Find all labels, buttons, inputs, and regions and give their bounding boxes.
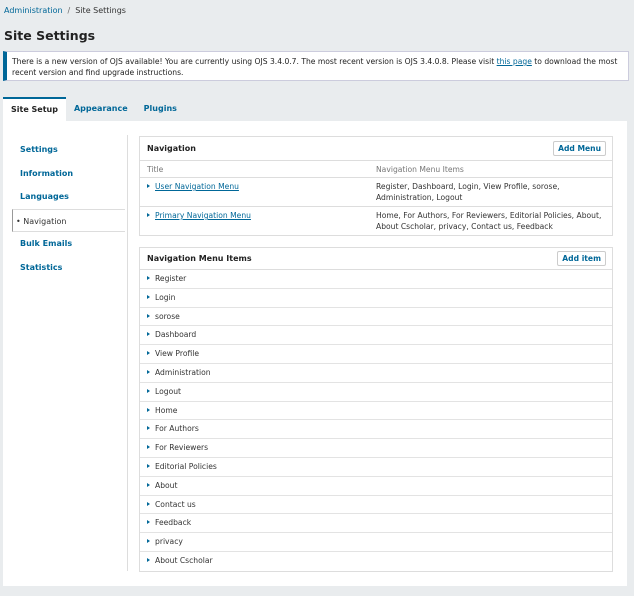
tab-site-setup[interactable]: Site Setup [3,97,66,121]
list-item-label: Home [155,405,178,415]
navigation-card-header: Navigation Add Menu [140,137,612,161]
side-navigation: Settings Information Languages Navigatio… [12,138,125,280]
list-item[interactable]: About [140,477,612,496]
menu-items-card-title: Navigation Menu Items [147,254,252,263]
breadcrumb-administration-link[interactable]: Administration [4,6,63,15]
list-item-label: View Profile [155,349,200,359]
triangle-right-icon[interactable] [147,407,150,412]
list-item-label: Login [155,292,176,302]
notice-text-before: There is a new version of OJS available!… [12,57,497,66]
list-item[interactable]: Contact us [140,496,612,515]
menu-title-cell: Primary Navigation Menu [140,210,376,232]
list-item[interactable]: For Authors [140,420,612,440]
list-item[interactable]: Register [140,270,612,289]
user-navigation-menu-link[interactable]: User Navigation Menu [155,182,239,191]
list-item-label: Register [155,274,187,283]
add-menu-button[interactable]: Add Menu [553,141,606,156]
triangle-right-icon[interactable] [147,294,150,299]
notice-link[interactable]: this page [497,57,532,66]
triangle-right-icon[interactable] [147,276,150,280]
settings-tabs: Site Setup Appearance Plugins [3,97,185,121]
navigation-card: Navigation Add Menu Title Navigation Men… [139,136,613,236]
list-item[interactable]: Logout [140,383,612,402]
primary-navigation-menu-link[interactable]: Primary Navigation Menu [155,211,251,220]
add-item-button[interactable]: Add item [557,251,606,266]
triangle-right-icon[interactable] [147,351,150,356]
menu-items-card: Navigation Menu Items Add item Register L… [139,247,613,572]
table-row: User Navigation Menu Register, Dashboard… [140,178,612,207]
list-item-label: For Authors [155,424,199,434]
sidebar-divider [127,135,128,571]
settings-panel: Settings Information Languages Navigatio… [3,121,627,586]
triangle-right-icon[interactable] [147,557,150,562]
breadcrumb: Administration / Site Settings [4,6,126,15]
sidenav-item-statistics[interactable]: Statistics [12,256,125,280]
list-item-label: Feedback [155,518,192,528]
menu-items-list: Register Login sorose Dashboard View Profile… [140,270,612,571]
list-item-label: Editorial Policies [155,461,217,471]
triangle-right-icon[interactable] [147,388,150,393]
tab-appearance[interactable]: Appearance [66,97,136,121]
sidenav-item-settings[interactable]: Settings [12,138,125,162]
menu-items-cell: Register, Dashboard, Login, View Profile… [376,182,560,202]
sidenav-item-navigation[interactable]: Navigation [12,208,125,233]
triangle-right-icon[interactable] [147,332,150,337]
breadcrumb-separator: / [67,6,71,15]
list-item[interactable]: Feedback [140,514,612,534]
list-item-label: Administration [155,367,211,377]
breadcrumb-current: Site Settings [75,6,126,15]
list-item[interactable]: Login [140,289,612,308]
list-item[interactable]: privacy [140,533,612,552]
tab-plugins[interactable]: Plugins [136,97,185,121]
list-item[interactable]: Administration [140,364,612,383]
navigation-card-title: Navigation [147,144,196,153]
list-item[interactable]: For Reviewers [140,439,612,458]
menu-title-cell: User Navigation Menu [140,181,376,203]
table-row: Primary Navigation Menu Home, For Author… [140,207,612,235]
list-item[interactable]: About Cscholar [140,552,612,571]
triangle-right-icon[interactable] [147,520,150,525]
page: Administration / Site Settings Site Settin… [0,0,634,596]
list-item-label: Contact us [155,499,196,509]
list-item-label: sorose [155,311,180,321]
triangle-right-icon[interactable] [147,313,150,318]
list-item[interactable]: sorose [140,308,612,327]
triangle-right-icon[interactable] [147,213,150,217]
triangle-right-icon[interactable] [147,501,150,506]
list-item-label: Logout [155,386,181,396]
sidenav-item-languages[interactable]: Languages [12,185,125,209]
triangle-right-icon[interactable] [147,463,150,468]
triangle-right-icon[interactable] [147,445,150,450]
list-item[interactable]: Home [140,402,612,421]
list-item-label: About Cscholar [155,555,213,565]
list-item-label: Dashboard [155,330,197,340]
upgrade-notice: There is a new version of OJS available!… [3,51,629,81]
menu-items-cell: Home, For Authors, For Reviewers, Editor… [376,211,602,231]
menu-items-card-header: Navigation Menu Items Add item [140,248,612,270]
sidenav-item-information[interactable]: Information [12,162,125,186]
list-item[interactable]: Editorial Policies [140,458,612,477]
column-title: Title [147,164,164,174]
triangle-right-icon[interactable] [147,539,150,544]
triangle-right-icon[interactable] [147,184,150,188]
list-item[interactable]: View Profile [140,345,612,364]
triangle-right-icon[interactable] [147,482,150,487]
triangle-right-icon[interactable] [147,369,150,374]
list-item[interactable]: Dashboard [140,326,612,346]
page-title: Site Settings [4,28,96,43]
navigation-table-header: Title Navigation Menu Items [140,161,612,178]
column-navigation-menu-items: Navigation Menu Items [376,164,464,174]
sidenav-item-bulk-emails[interactable]: Bulk Emails [12,232,125,256]
list-item-label: About [155,480,178,490]
list-item-label: For Reviewers [155,443,209,453]
list-item-label: privacy [155,537,183,547]
triangle-right-icon[interactable] [147,426,150,431]
